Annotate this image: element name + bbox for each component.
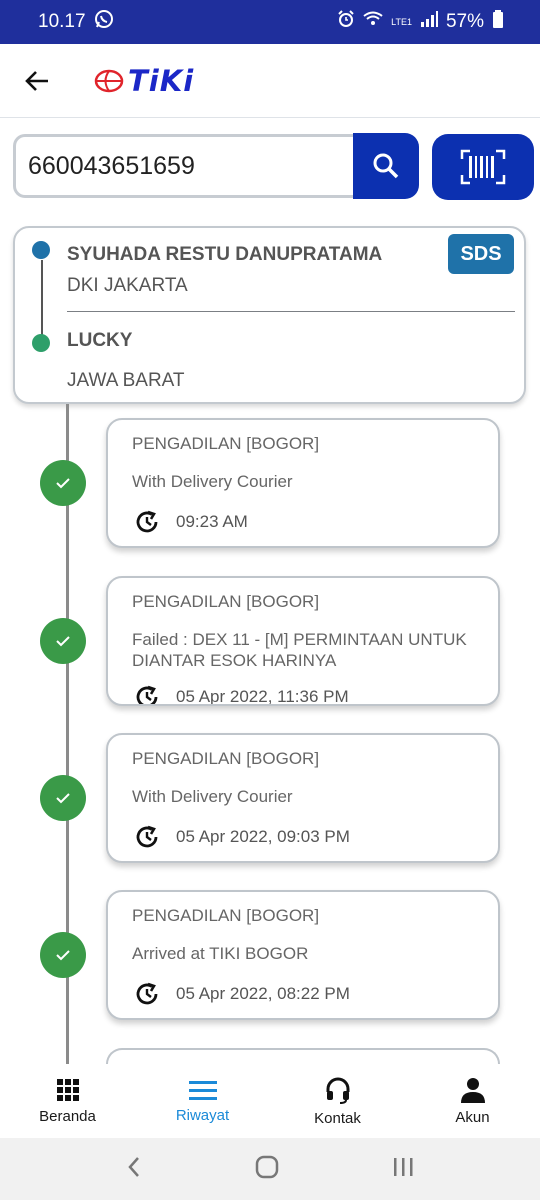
event-time-row: 05 Apr 2022, 08:22 PM — [134, 981, 350, 1007]
event-card[interactable]: PENGADILAN [BOGOR] With Delivery Courier… — [106, 733, 500, 863]
event-location: PENGADILAN [BOGOR] — [132, 749, 320, 768]
bottom-nav: Beranda Riwayat Kontak Akun — [0, 1064, 540, 1138]
check-icon — [40, 460, 86, 506]
nav-akun[interactable]: Akun — [405, 1064, 540, 1138]
event-status: Arrived at TIKI BOGOR — [132, 944, 309, 963]
status-time: 10.17 — [38, 11, 86, 32]
brand-name: TiKi — [128, 63, 195, 98]
nav-kontak[interactable]: Kontak — [270, 1064, 405, 1138]
menu-icon — [188, 1080, 217, 1100]
event-card[interactable]: PENGADILAN [BOGOR] With Delivery Courier… — [106, 418, 500, 548]
event-card[interactable]: PENGADILAN [BOGOR] Arrived at TIKI BOGOR… — [106, 890, 500, 1020]
history-icon — [136, 825, 158, 848]
back-button[interactable] — [18, 62, 56, 100]
barcode-scan-button[interactable] — [432, 134, 534, 200]
tiki-logo: TiKi — [94, 64, 194, 98]
home-square-icon — [255, 1155, 279, 1178]
person-icon — [460, 1077, 485, 1103]
check-icon — [40, 932, 86, 978]
barcode-icon — [460, 149, 506, 185]
nav-beranda[interactable]: Beranda — [0, 1064, 135, 1138]
event-time: 09:23 AM — [176, 512, 248, 531]
sender-dot — [32, 241, 50, 259]
arrow-left-icon — [25, 70, 48, 91]
service-badge: SDS — [448, 234, 514, 274]
network-label: LTE1 — [391, 16, 412, 27]
whatsapp-icon — [94, 9, 114, 35]
tracking-number-input[interactable]: 660043651659 — [13, 134, 353, 198]
history-icon — [136, 685, 158, 704]
check-icon — [40, 618, 86, 664]
sender-region: DKI JAKARTA — [67, 275, 188, 296]
history-icon — [136, 510, 158, 533]
sender-name: SYUHADA RESTU DANUPRATAMA — [67, 244, 383, 265]
history-icon — [136, 982, 158, 1005]
globe-logo-icon — [94, 69, 124, 92]
event-card[interactable]: PENGADILAN [BOGOR] Failed : DEX 11 - [M]… — [106, 576, 500, 706]
battery-level: 57% — [445, 11, 484, 32]
wifi-icon — [363, 11, 383, 33]
event-time: 05 Apr 2022, 11:36 PM — [176, 687, 349, 706]
event-time: 05 Apr 2022, 09:03 PM — [176, 827, 350, 846]
receiver-name: LUCKY — [67, 330, 133, 351]
nav-riwayat[interactable]: Riwayat — [135, 1064, 270, 1138]
status-bar: 10.17 LTE1 57% — [0, 0, 540, 44]
event-time: 05 Apr 2022, 08:22 PM — [176, 984, 350, 1003]
headset-icon — [326, 1077, 349, 1104]
event-time-row: 09:23 AM — [134, 509, 248, 535]
route-card: SYUHADA RESTU DANUPRATAMA DKI JAKARTA LU… — [13, 226, 526, 404]
app-bar: TiKi — [0, 44, 540, 118]
status-left: 10.17 — [38, 9, 114, 35]
search-button[interactable] — [353, 133, 419, 199]
event-status: With Delivery Courier — [132, 787, 293, 806]
system-home-button[interactable] — [255, 1155, 279, 1184]
event-time-row: 05 Apr 2022, 09:03 PM — [134, 824, 350, 850]
receiver-dot — [32, 334, 50, 352]
event-location: PENGADILAN [BOGOR] — [132, 434, 320, 453]
event-location: PENGADILAN [BOGOR] — [132, 592, 320, 611]
event-location: PENGADILAN [BOGOR] — [132, 906, 320, 925]
system-recents-button[interactable] — [392, 1156, 414, 1183]
system-nav-bar — [0, 1138, 540, 1200]
system-back-button[interactable] — [126, 1155, 142, 1184]
signal-icon — [420, 11, 438, 33]
battery-icon — [492, 10, 504, 34]
event-time-row: 05 Apr 2022, 11:36 PM — [134, 684, 349, 706]
nav-label: Riwayat — [175, 1106, 230, 1124]
nav-label: Kontak — [314, 1109, 361, 1127]
alarm-icon — [337, 10, 355, 34]
recents-icon — [393, 1157, 413, 1176]
route-divider — [67, 311, 515, 312]
grid-icon — [56, 1078, 79, 1101]
status-right: LTE1 57% — [337, 10, 504, 34]
nav-label: Akun — [455, 1108, 490, 1126]
event-status: With Delivery Courier — [132, 472, 293, 491]
search-row: 660043651659 — [13, 133, 535, 200]
check-icon — [40, 775, 86, 821]
search-icon — [373, 153, 399, 179]
route-connector — [41, 260, 43, 342]
receiver-region: JAWA BARAT — [67, 370, 185, 391]
chevron-left-icon — [128, 1156, 140, 1177]
event-status: Failed : DEX 11 - [M] PERMINTAAN UNTUK D… — [132, 630, 467, 670]
nav-label: Beranda — [39, 1107, 96, 1125]
